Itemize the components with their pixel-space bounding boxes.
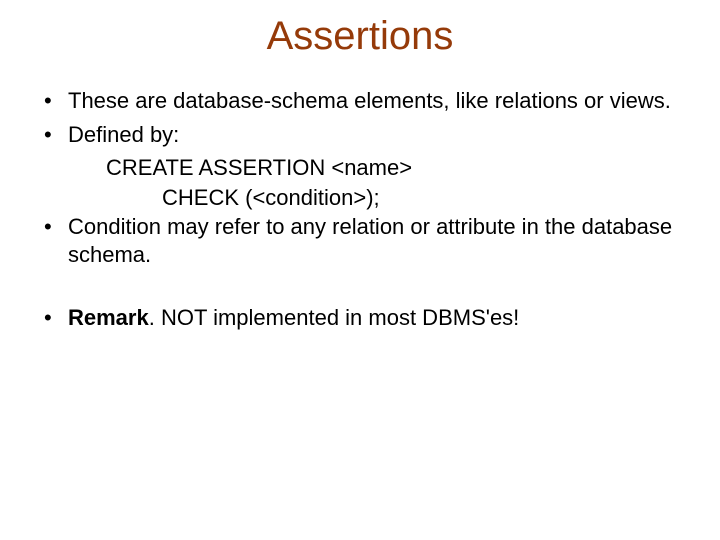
bullet-item: Defined by: [30, 121, 690, 149]
bullet-list: Condition may refer to any relation or a… [30, 213, 690, 268]
bullet-item-remark: Remark. NOT implemented in most DBMS'es! [30, 304, 690, 332]
bullet-list: Remark. NOT implemented in most DBMS'es! [30, 304, 690, 332]
spacer [30, 274, 690, 304]
code-line: CREATE ASSERTION <name> [30, 154, 690, 182]
bullet-list: These are database-schema elements, like… [30, 87, 690, 148]
remark-rest: . NOT implemented in most DBMS'es! [149, 305, 520, 330]
slide-title: Assertions [30, 14, 690, 59]
slide: Assertions These are database-schema ele… [0, 0, 720, 540]
bullet-item: Condition may refer to any relation or a… [30, 213, 690, 268]
remark-lead: Remark [68, 305, 149, 330]
code-line: CHECK (<condition>); [30, 184, 690, 212]
bullet-item: These are database-schema elements, like… [30, 87, 690, 115]
